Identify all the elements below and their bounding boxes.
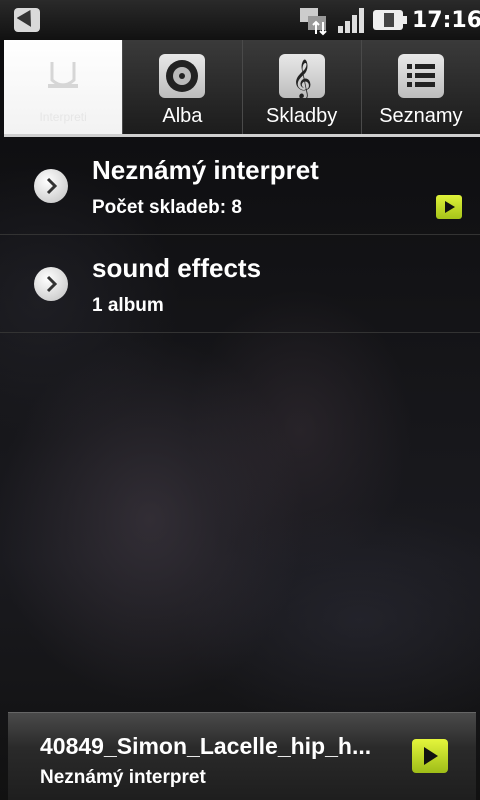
tab-label: Interpreti — [39, 110, 87, 124]
list-item[interactable]: sound effects 1 album — [0, 235, 480, 333]
tab-label: Skladby — [266, 105, 338, 127]
artist-icon — [40, 54, 86, 98]
status-bar: 17:16 — [0, 0, 480, 40]
artist-name: sound effects — [92, 253, 262, 283]
tab-playlists[interactable]: Seznamy — [361, 40, 480, 134]
now-playing-indicator-icon — [436, 195, 462, 219]
album-disc-icon — [159, 54, 206, 98]
now-playing-bar[interactable]: 40849_Simon_Lacelle_hip_h... Neznámý int… — [8, 712, 476, 800]
signal-icon — [336, 6, 368, 34]
notification-arrow-icon[interactable] — [14, 8, 40, 32]
list-item[interactable]: Neznámý interpret Počet skladeb: 8 — [0, 137, 480, 235]
artist-list: Neznámý interpret Počet skladeb: 8 sound… — [0, 137, 480, 333]
tab-artists[interactable]: Interpreti — [4, 40, 124, 134]
tab-songs[interactable]: 𝄞 Skladby — [242, 40, 362, 134]
artist-name: Neznámý interpret — [92, 155, 319, 185]
artist-detail: Počet skladeb: 8 — [92, 197, 242, 218]
clock: 17:16 — [412, 8, 480, 33]
tab-albums[interactable]: Alba — [123, 40, 243, 134]
expand-chevron-icon[interactable] — [34, 267, 68, 301]
tab-label: Alba — [162, 105, 203, 127]
artist-detail: 1 album — [92, 295, 164, 316]
tab-label: Seznamy — [379, 105, 463, 127]
now-playing-artist: Neznámý interpret — [40, 767, 206, 788]
library-tabs: Interpreti Alba 𝄞 Skladby Seznamy — [4, 40, 480, 134]
treble-clef-icon: 𝄞 — [278, 54, 325, 98]
data-transfer-icon — [298, 6, 332, 36]
playlist-icon — [397, 54, 444, 98]
now-playing-title: 40849_Simon_Lacelle_hip_h... — [40, 733, 372, 759]
battery-icon — [372, 8, 408, 32]
svg-text:𝄞: 𝄞 — [292, 59, 312, 98]
expand-chevron-icon[interactable] — [34, 169, 68, 203]
play-button[interactable] — [412, 739, 448, 773]
